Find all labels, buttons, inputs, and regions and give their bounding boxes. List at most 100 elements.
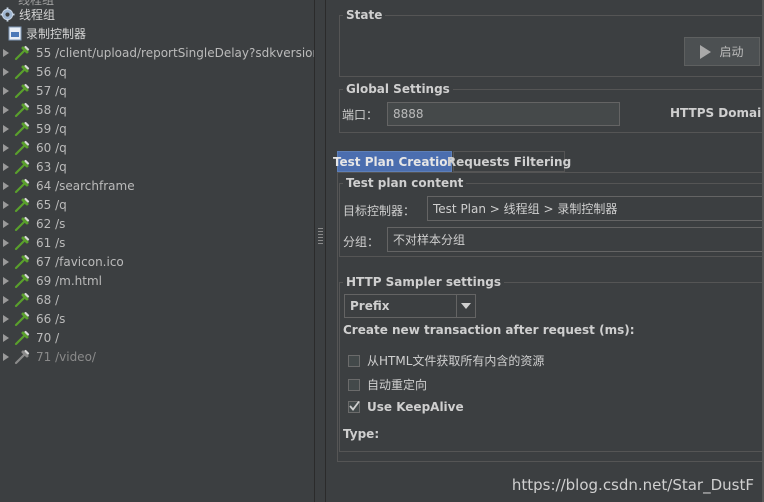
tree-item-label: 61 /s (36, 235, 66, 250)
tree-item-label: 65 /q (36, 197, 67, 212)
expand-arrow-icon[interactable] (3, 238, 9, 247)
tree-item-label: 55 /client/upload/reportSingleDelay?sdkv… (36, 45, 314, 60)
tree-item-label: 60 /q (36, 140, 67, 155)
start-button[interactable]: 启动 (684, 37, 760, 66)
tree-item-sampler[interactable]: 63 /q (0, 157, 67, 176)
expand-arrow-icon[interactable] (3, 67, 9, 76)
tree-item-sampler[interactable]: 70 / (0, 328, 59, 347)
grouping-select[interactable]: 不对样本分组 (387, 227, 764, 252)
expand-arrow-icon[interactable] (3, 181, 9, 190)
expand-arrow-icon[interactable] (3, 162, 9, 171)
target-controller-select[interactable]: Test Plan > 线程组 > 录制控制器 (427, 196, 764, 221)
https-domains-label: HTTPS Domains: (670, 106, 764, 120)
expand-arrow-icon[interactable] (3, 219, 9, 228)
checkbox-box[interactable] (348, 354, 360, 367)
tree-item-sampler[interactable]: 64 /searchframe (0, 176, 135, 195)
tree-item-label: 64 /searchframe (36, 178, 135, 193)
pipette-icon (14, 140, 30, 155)
target-controller-value: Test Plan > 线程组 > 录制控制器 (433, 202, 618, 216)
gear-icon (0, 7, 15, 22)
tree-item-label: 68 / (36, 292, 60, 307)
tab-requests-filtering[interactable]: Requests Filtering (447, 151, 571, 172)
expand-arrow-icon[interactable] (3, 333, 9, 342)
tree-item-label: 56 /q (36, 64, 67, 79)
tree-item-sampler[interactable]: 62 /s (0, 214, 65, 233)
tree-item-label: 69 /m.html (36, 273, 102, 288)
pipette-icon (14, 159, 30, 174)
tree-item-sampler[interactable]: 55 /client/upload/reportSingleDelay?sdkv… (0, 43, 314, 62)
expand-arrow-icon[interactable] (3, 314, 9, 323)
proxy-recorder-panel: State 启动 Global Settings 端口： 8888 HTTPS … (326, 0, 764, 502)
expand-arrow-icon[interactable] (3, 295, 9, 304)
tree-item-sampler[interactable]: 61 /s (0, 233, 65, 252)
tree-item-sampler[interactable]: 57 /q (0, 81, 67, 100)
tree-item-label: 71 /video/ (36, 349, 96, 364)
create-transaction-label: Create new transaction after request (ms… (343, 323, 635, 337)
tab-test-plan-creation[interactable]: Test Plan Creation (333, 151, 456, 172)
tree-item-label: 线程组 (19, 8, 56, 22)
tree-item-label: 70 / (36, 330, 60, 345)
chevron-down-icon[interactable] (456, 295, 475, 317)
pipette-icon (14, 45, 30, 60)
expand-arrow-icon[interactable] (3, 257, 9, 266)
tree-item-sampler[interactable]: 69 /m.html (0, 271, 102, 290)
prefix-select[interactable]: Prefix (344, 294, 476, 318)
play-icon (700, 44, 712, 59)
expand-arrow-icon[interactable] (3, 48, 9, 57)
pipette-icon (14, 64, 30, 79)
tab-label: Test Plan Creation (332, 154, 457, 169)
http-sampler-settings-title: HTTP Sampler settings (343, 275, 504, 289)
tree-item-sampler[interactable]: 68 / (0, 290, 59, 309)
pipette-icon (14, 311, 30, 326)
checkbox-label: Use KeepAlive (367, 400, 464, 414)
pipette-icon (14, 102, 30, 117)
tree-item-sampler[interactable]: 59 /q (0, 119, 67, 138)
divider-grip[interactable] (318, 228, 323, 244)
checkbox-box[interactable] (348, 400, 360, 413)
expand-arrow-icon[interactable] (3, 86, 9, 95)
tree-item-recorder[interactable]: 录制控制器 (8, 24, 86, 43)
tree-item-sampler[interactable]: 65 /q (0, 195, 67, 214)
use-keepalive-checkbox[interactable]: Use KeepAlive (348, 400, 464, 414)
global-settings-title: Global Settings (343, 82, 453, 96)
grouping-label: 分组： (343, 235, 380, 249)
tree-item-sampler[interactable]: 56 /q (0, 62, 67, 81)
expand-arrow-icon[interactable] (3, 124, 9, 133)
tree-item-sampler[interactable]: 60 /q (0, 138, 67, 157)
split-pane-divider[interactable] (314, 0, 326, 502)
tree-item-sampler[interactable]: 58 /q (0, 100, 67, 119)
watermark-text: https://blog.csdn.net/Star_DustF (511, 476, 754, 494)
recording-controller-icon (8, 26, 22, 41)
tree-item-label: 63 /q (36, 159, 67, 174)
tree-item-label: 62 /s (36, 216, 66, 231)
test-plan-tree[interactable]: 线程组 线程组 录制控制器 55 /client/upload/reportSi… (0, 0, 314, 502)
expand-arrow-icon[interactable] (3, 105, 9, 114)
retrieve-embedded-checkbox[interactable]: 从HTML文件获取所有内含的资源 (348, 352, 544, 369)
pipette-icon (14, 216, 30, 231)
tree-item-sampler[interactable]: 67 /favicon.ico (0, 252, 124, 271)
pipette-icon (14, 83, 30, 98)
expand-arrow-icon[interactable] (3, 143, 9, 152)
checkbox-label: 自动重定向 (367, 378, 428, 392)
tree-item-label: 59 /q (36, 121, 67, 136)
pipette-icon (14, 197, 30, 212)
follow-redirects-checkbox[interactable]: 自动重定向 (348, 376, 427, 393)
tree-item-label: 66 /s (36, 311, 66, 326)
tree-item-label: 58 /q (36, 102, 67, 117)
tree-item-sampler[interactable]: 66 /s (0, 309, 65, 328)
port-input[interactable]: 8888 (387, 102, 620, 126)
type-label: Type: (343, 427, 380, 441)
expand-arrow-icon[interactable] (3, 276, 9, 285)
tree-item-sampler[interactable]: 71 /video/ (0, 347, 96, 366)
expand-arrow-icon[interactable] (3, 200, 9, 209)
expand-arrow-icon[interactable] (3, 352, 9, 361)
pipette-icon (14, 121, 30, 136)
port-label: 端口： (342, 108, 379, 122)
tree-item-thread-group[interactable]: 线程组 (0, 5, 55, 24)
pipette-icon (14, 349, 30, 364)
pipette-icon (14, 235, 30, 250)
grouping-value: 不对样本分组 (393, 233, 466, 247)
tree-item-label: 67 /favicon.ico (36, 254, 124, 269)
checkbox-label: 从HTML文件获取所有内含的资源 (367, 354, 545, 368)
checkbox-box[interactable] (348, 378, 360, 391)
